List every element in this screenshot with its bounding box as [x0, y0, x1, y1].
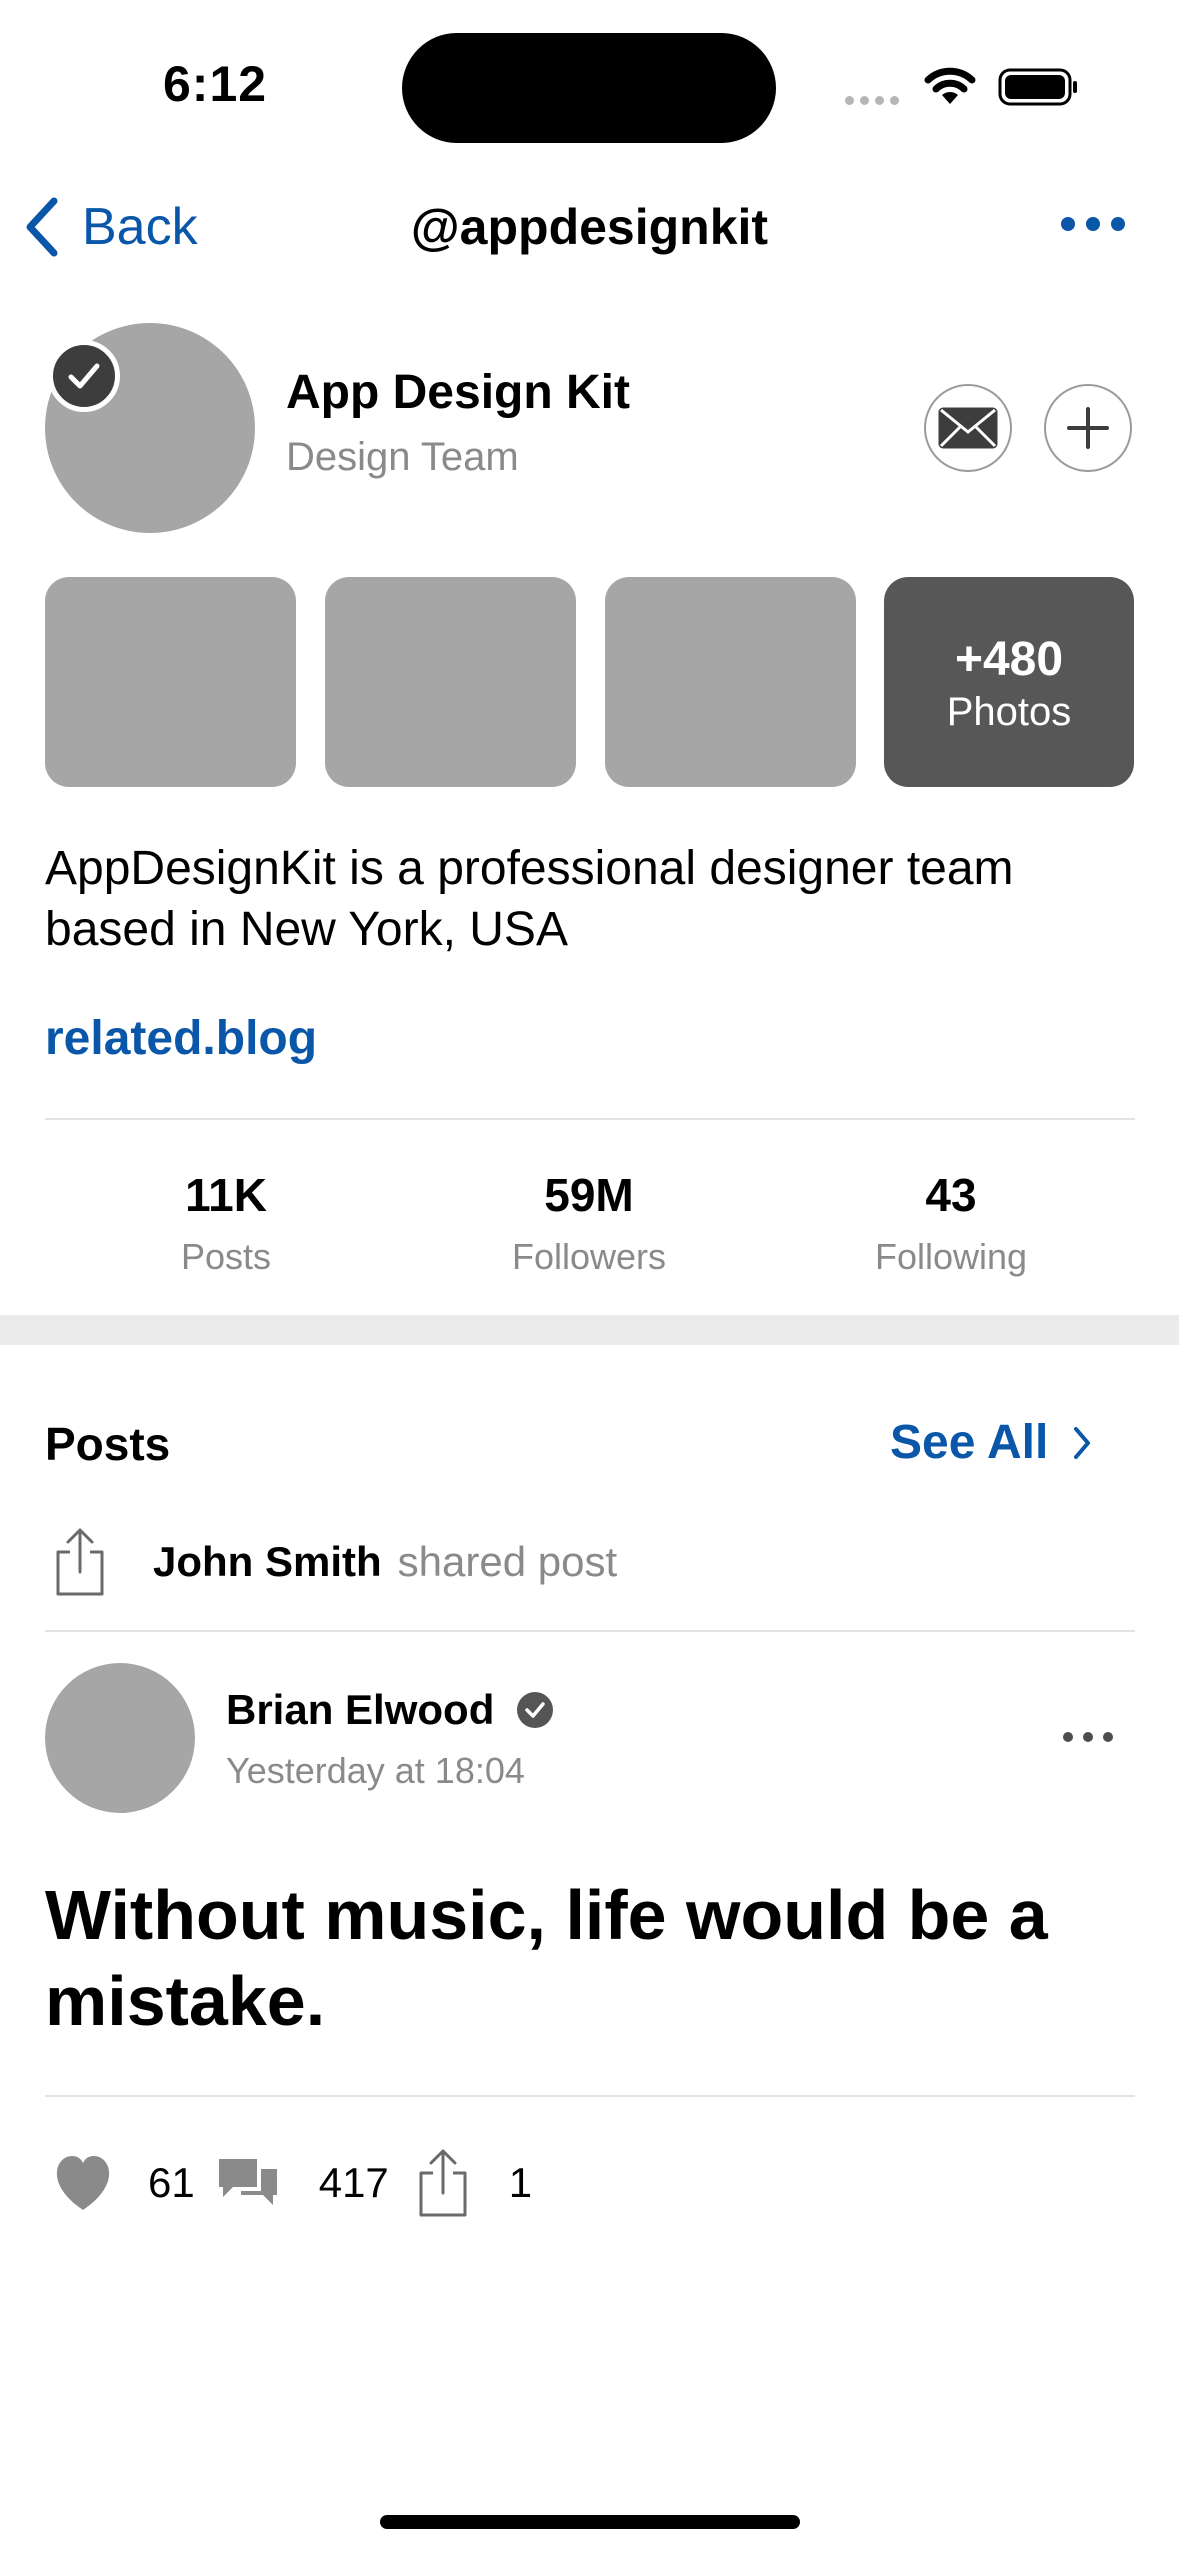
divider — [45, 1118, 1135, 1120]
back-label: Back — [82, 198, 198, 256]
post-actions: 61 417 1 — [52, 2145, 532, 2221]
stat-value: 59M — [544, 1169, 634, 1221]
post-author[interactable]: Brian Elwood — [226, 1686, 554, 1734]
see-all-button[interactable]: See All — [890, 1415, 1092, 1470]
profile-bio: AppDesignKit is a professional designer … — [45, 842, 1014, 956]
message-button[interactable] — [924, 384, 1012, 472]
stat-following[interactable]: 43 Following — [801, 1168, 1101, 1278]
stat-followers[interactable]: 59M Followers — [439, 1168, 739, 1278]
verified-badge-icon — [48, 340, 120, 412]
likes-count: 61 — [148, 2159, 195, 2206]
profile-link[interactable]: related.blog — [45, 1011, 317, 1066]
shared-by-name[interactable]: John Smith — [153, 1538, 382, 1586]
stat-posts[interactable]: 11K Posts — [76, 1168, 376, 1278]
divider — [45, 2095, 1135, 2097]
divider — [45, 1630, 1135, 1632]
comments-icon[interactable] — [215, 2155, 281, 2211]
post-author-name: Brian Elwood — [226, 1686, 495, 1733]
stat-label: Followers — [511, 1236, 667, 1277]
chevron-left-icon — [26, 197, 58, 257]
share-icon — [56, 1528, 104, 1596]
photo-thumbnail[interactable] — [45, 577, 296, 787]
more-photos-tile[interactable]: +480 Photos — [884, 577, 1134, 787]
cellular-signal-icon — [845, 92, 905, 105]
shares-count: 1 — [508, 2159, 533, 2206]
more-photos-count: +480 — [954, 633, 1064, 686]
post-text: Without music, life would be a mistake. — [45, 1876, 1048, 2040]
post-timestamp: Yesterday at 18:04 — [226, 1750, 525, 1791]
status-time: 6:12 — [163, 56, 268, 112]
profile-team: Design Team — [286, 435, 519, 479]
post-author-avatar[interactable] — [45, 1663, 195, 1813]
stat-value: 11K — [185, 1169, 267, 1221]
mail-icon — [938, 407, 998, 449]
section-separator — [0, 1315, 1179, 1345]
stat-label: Following — [874, 1236, 1028, 1277]
shared-post-text: shared post — [397, 1538, 618, 1585]
back-button[interactable]: Back — [24, 195, 198, 259]
post-more-options-icon[interactable] — [1062, 1729, 1114, 1745]
photo-thumbnail[interactable] — [605, 577, 856, 787]
stat-value: 43 — [925, 1169, 977, 1221]
plus-icon — [1067, 407, 1109, 449]
follow-button[interactable] — [1044, 384, 1132, 472]
home-indicator[interactable] — [380, 2515, 800, 2529]
photo-thumbnail[interactable] — [325, 577, 576, 787]
like-heart-icon[interactable] — [52, 2154, 114, 2212]
wifi-icon — [924, 67, 976, 104]
share-icon[interactable] — [415, 2147, 471, 2219]
more-options-icon[interactable] — [1060, 213, 1126, 235]
comments-count: 417 — [318, 2159, 389, 2206]
see-all-label: See All — [890, 1416, 1049, 1469]
posts-section-title: Posts — [45, 1418, 171, 1470]
chevron-right-icon — [1074, 1426, 1091, 1459]
profile-name: App Design Kit — [286, 366, 630, 419]
battery-icon — [998, 68, 1077, 106]
dynamic-island — [402, 33, 776, 143]
more-photos-label: Photos — [946, 690, 1072, 734]
shared-post-row: John Smith shared post — [52, 1524, 617, 1600]
stat-label: Posts — [180, 1236, 272, 1277]
verified-icon — [517, 1692, 554, 1728]
